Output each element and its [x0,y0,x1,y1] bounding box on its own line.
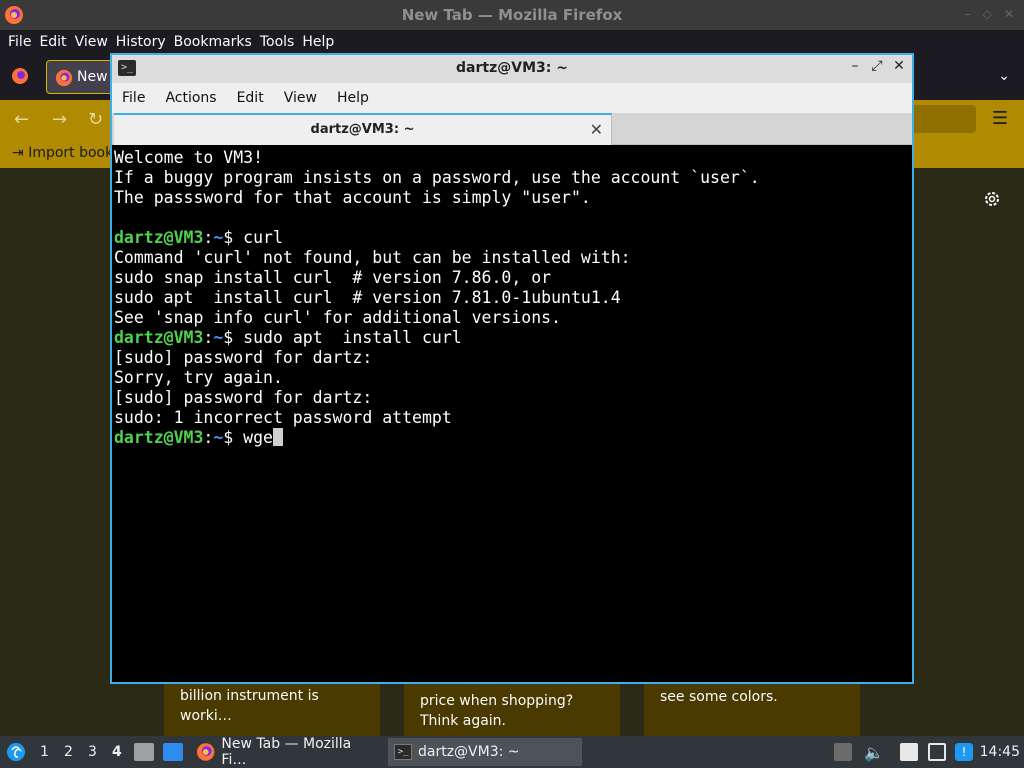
import-bookmarks-label: Import book [28,145,114,161]
workspace-3[interactable]: 3 [88,744,97,760]
terminal-output-line: sudo snap install curl # version 7.86.0,… [114,268,552,287]
terminal-output-line: sudo apt install curl # version 7.81.0-1… [114,288,621,307]
story-card-text: see some colors. [660,689,778,705]
firefox-view-icon[interactable] [10,66,30,86]
terminal-tabbar: dartz@VM3: ~ ✕ [112,113,912,145]
volume-icon[interactable]: 🔈 [864,743,884,762]
command-text: sudo apt install curl [243,328,462,347]
maximize-icon[interactable]: ⤢ [870,58,884,74]
close-icon[interactable]: ✕ [892,58,906,74]
taskbar: 1 2 3 4 New Tab — Mozilla Fi… >_ dartz@V… [0,736,1024,768]
terminal-output-line: If a buggy program insists on a password… [114,168,760,187]
prompt-colon: : [203,428,214,447]
menu-tools[interactable]: Tools [258,34,301,50]
terminal-titlebar: >_ dartz@VM3: ~ – ⤢ ✕ [112,55,912,83]
terminal-command-line: dartz@VM3:~$ sudo apt install curl [114,328,910,348]
prompt-symbol: $ [223,328,234,347]
reload-icon[interactable]: ↻ [88,109,103,130]
firefox-menubar: File Edit View History Bookmarks Tools H… [0,30,1024,54]
firefox-icon [196,743,215,761]
tab-terminal[interactable]: dartz@VM3: ~ ✕ [114,113,612,145]
chevron-down-icon[interactable]: ⌄ [998,68,1010,84]
network-icon[interactable] [928,743,946,761]
terminal-output-line: Welcome to VM3! [114,148,264,167]
minimize-icon[interactable]: – [965,7,971,21]
menu-file[interactable]: File [122,90,145,106]
back-icon[interactable]: ← [14,109,29,130]
terminal-output[interactable]: Welcome to VM3! If a buggy program insist… [114,147,910,680]
story-card-text: billion instrument is worki… [180,688,319,724]
forward-icon[interactable]: → [52,109,67,130]
prompt-colon: : [203,328,214,347]
text-cursor [272,428,283,446]
prompt-symbol: $ [223,428,234,447]
prompt-user: dartz@VM3 [114,228,204,247]
terminal-window: >_ dartz@VM3: ~ – ⤢ ✕ File Actions Edit … [110,53,914,684]
prompt-symbol: $ [223,228,234,247]
file-manager-icon[interactable] [134,743,154,761]
workspace-4[interactable]: 4 [112,744,122,760]
terminal-window-title: dartz@VM3: ~ [456,60,568,76]
command-text: wge [243,428,273,447]
clock: 14:45 [979,744,1020,760]
url-bar[interactable] [910,105,976,133]
prompt-path: ~ [213,428,224,447]
menu-edit[interactable]: Edit [37,34,72,50]
prompt-colon: : [203,228,214,247]
minimize-icon[interactable]: – [848,58,862,74]
menu-file[interactable]: File [6,34,37,50]
story-card[interactable]: price when shopping? Think again. [404,684,620,736]
maximize-icon[interactable]: ◇ [983,7,992,21]
menu-view[interactable]: View [73,34,114,50]
terminal-output-line: sudo: 1 incorrect password attempt [114,408,452,427]
terminal-output-line: Sorry, try again. [114,368,283,387]
menu-actions[interactable]: Actions [165,90,216,106]
task-firefox[interactable]: New Tab — Mozilla Fi… [190,736,382,768]
import-bookmarks-link[interactable]: ⇥ Import book [12,145,113,161]
terminal-command-line: dartz@VM3:~$ wge [114,428,910,448]
prompt-user: dartz@VM3 [114,328,204,347]
menu-help[interactable]: Help [300,34,340,50]
firefox-titlebar: New Tab — Mozilla Firefox – ◇ ✕ [0,0,1024,30]
terminal-output-line: The passsword for that account is simply… [114,188,591,207]
story-card[interactable]: see some colors. [644,684,860,736]
terminal-menubar: File Actions Edit View Help [112,83,912,113]
application-menu-icon[interactable] [6,742,26,762]
tab-label: dartz@VM3: ~ [310,122,415,137]
menu-bookmarks[interactable]: Bookmarks [172,34,258,50]
firefox-window-title: New Tab — Mozilla Firefox [401,6,623,24]
prompt-path: ~ [213,228,224,247]
firefox-icon [55,69,73,87]
prompt-path: ~ [213,328,224,347]
terminal-output-line: Command 'curl' not found, but can be ins… [114,248,631,267]
updates-icon[interactable]: ! [955,743,973,761]
workspace-1[interactable]: 1 [40,744,49,760]
story-card-text: price when shopping? Think again. [420,693,574,729]
prompt-user: dartz@VM3 [114,428,204,447]
terminal-output-line: [sudo] password for dartz: [114,348,373,367]
close-tab-icon[interactable]: ✕ [590,120,603,139]
story-card[interactable]: billion instrument is worki… [164,684,380,736]
show-desktop-icon[interactable] [163,743,183,761]
menu-edit[interactable]: Edit [237,90,264,106]
terminal-icon: >_ [394,744,412,760]
task-label: New Tab — Mozilla Fi… [221,736,352,768]
menu-view[interactable]: View [284,90,317,106]
gear-icon[interactable] [983,190,1001,208]
notification-icon[interactable] [834,743,852,761]
command-text: curl [243,228,283,247]
close-icon[interactable]: ✕ [1004,7,1014,21]
terminal-output-line: [sudo] password for dartz: [114,388,373,407]
terminal-output-line: See 'snap info curl' for additional vers… [114,308,562,327]
menu-help[interactable]: Help [337,90,369,106]
menu-icon[interactable]: ☰ [992,108,1008,129]
clipboard-icon[interactable] [900,743,918,761]
menu-history[interactable]: History [114,34,172,50]
tab-label: New [77,69,108,85]
workspace-2[interactable]: 2 [64,744,73,760]
task-label: dartz@VM3: ~ [418,744,520,760]
task-terminal[interactable]: >_ dartz@VM3: ~ [388,738,582,766]
terminal-command-line: dartz@VM3:~$ curl [114,228,910,248]
